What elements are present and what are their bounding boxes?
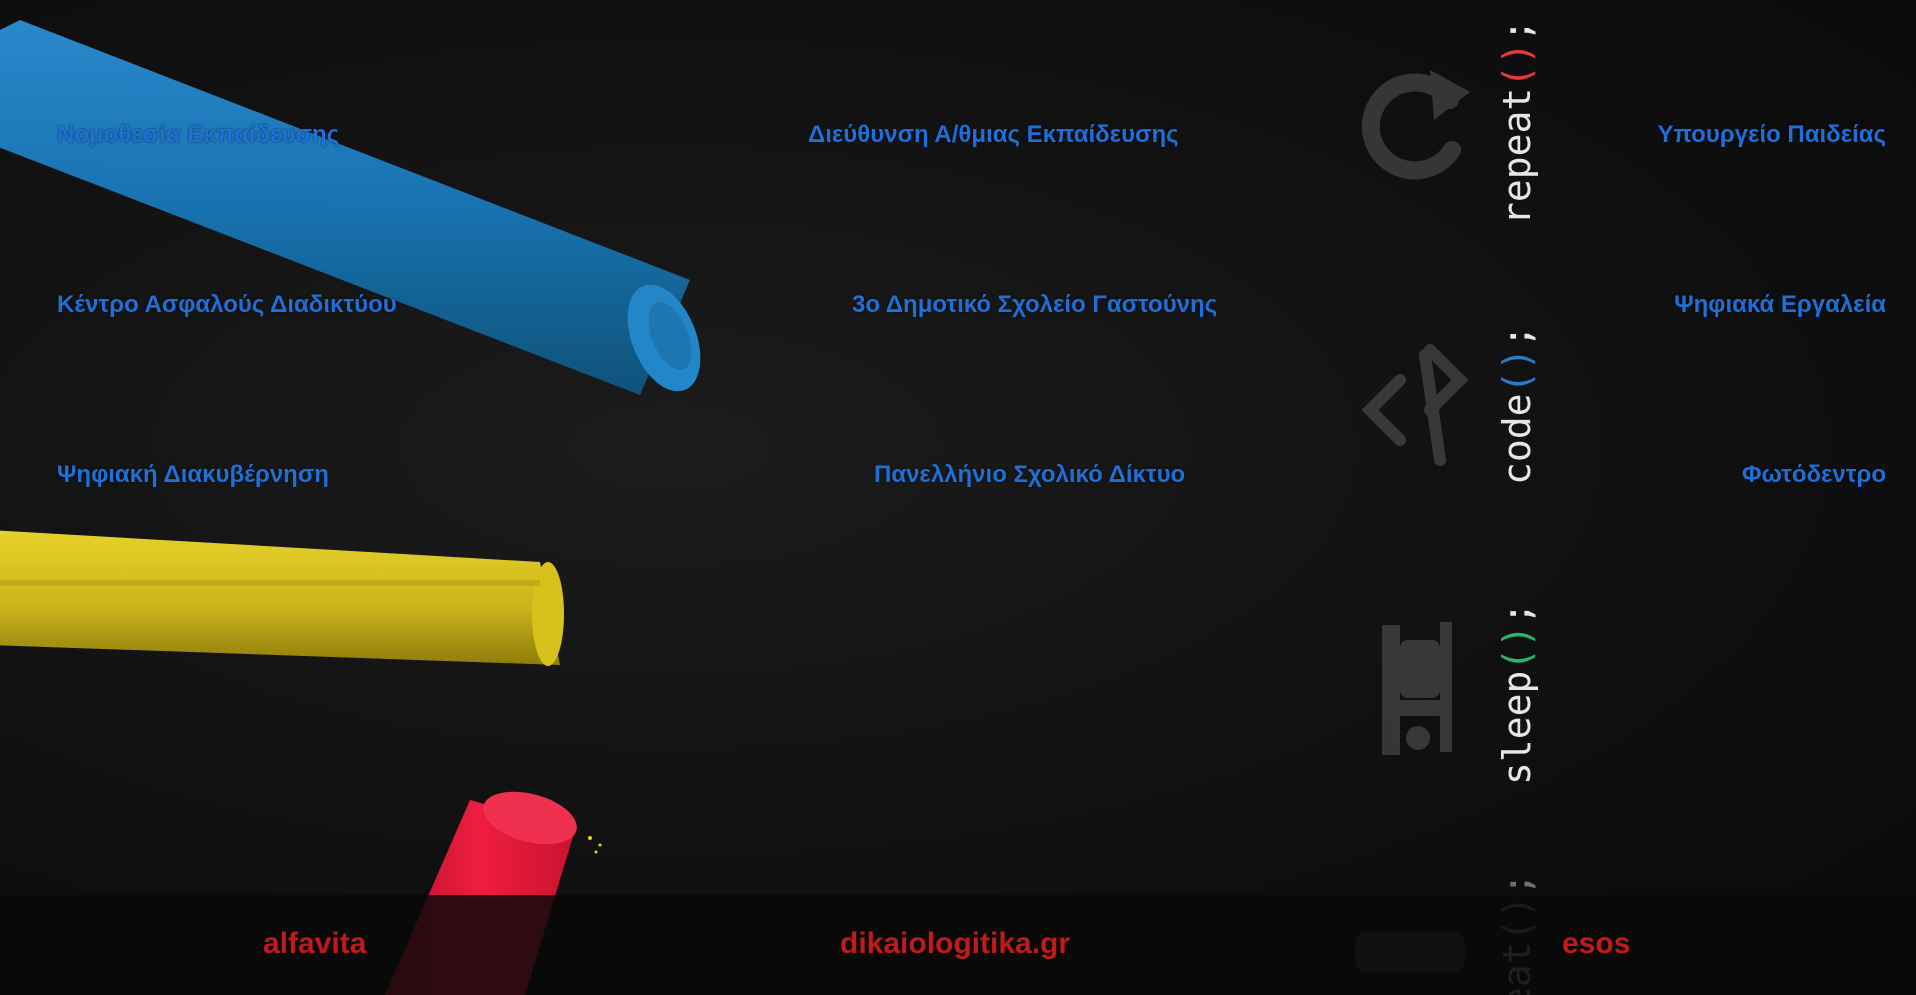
useful-links-grid: Νομοθεσία Εκπαίδευσης Διεύθυνση Α/θμιας … bbox=[0, 0, 1916, 895]
page-stage: repeat(); code(); sleep(); eat(); Νομοθε… bbox=[0, 0, 1916, 995]
link-primary-education-directorate[interactable]: Διεύθυνση Α/θμιας Εκπαίδευσης bbox=[808, 121, 1179, 149]
link-3rd-primary-school-gastouni[interactable]: 3ο Δημοτικό Σχολείο Γαστούνης bbox=[852, 291, 1217, 319]
link-education-legislation[interactable]: Νομοθεσία Εκπαίδευσης bbox=[57, 121, 339, 149]
link-photodentro[interactable]: Φωτόδεντρο bbox=[1742, 461, 1886, 489]
link-digital-governance[interactable]: Ψηφιακή Διακυβέρνηση bbox=[57, 461, 329, 489]
footer-link-esos[interactable]: esos bbox=[1562, 927, 1630, 961]
footer-link-dikaiologitika[interactable]: dikaiologitika.gr bbox=[840, 927, 1070, 961]
link-safer-internet-center[interactable]: Κέντρο Ασφαλούς Διαδικτύου bbox=[57, 291, 397, 319]
footer-links: alfavita dikaiologitika.gr esos bbox=[0, 895, 1916, 995]
link-greek-school-network[interactable]: Πανελλήνιο Σχολικό Δίκτυο bbox=[874, 461, 1185, 489]
link-ministry-of-education[interactable]: Υπουργείο Παιδείας bbox=[1657, 121, 1886, 149]
footer-link-alfavita[interactable]: alfavita bbox=[263, 927, 366, 961]
link-digital-tools[interactable]: Ψηφιακά Εργαλεία bbox=[1674, 291, 1886, 319]
